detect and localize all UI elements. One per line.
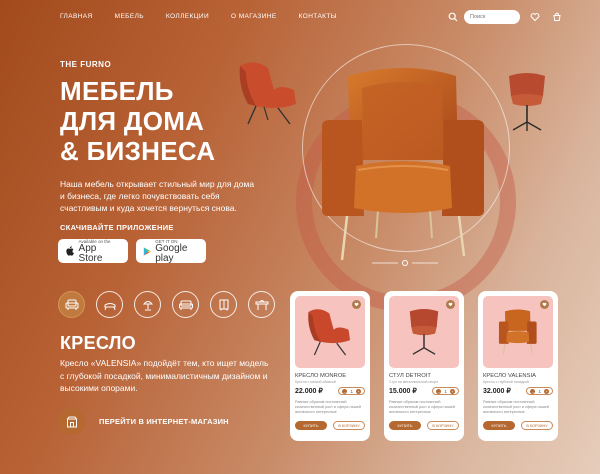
product-image (389, 296, 459, 368)
product-image (295, 296, 365, 368)
plus-button[interactable]: + (356, 388, 361, 394)
quantity-stepper[interactable]: –1 + (526, 387, 553, 395)
search-input[interactable] (464, 10, 520, 24)
favorite-icon[interactable] (352, 300, 361, 309)
quantity-value: 1 (538, 388, 541, 394)
cart-icon[interactable] (550, 10, 564, 24)
search (446, 10, 520, 24)
nav-item-home[interactable]: ГЛАВНАЯ (60, 13, 93, 20)
floating-bar-chair-image (509, 73, 545, 131)
table-icon (255, 299, 268, 310)
armchair-icon (65, 299, 78, 310)
quantity-value: 1 (350, 388, 353, 394)
carousel-indicator[interactable] (372, 255, 438, 271)
product-actions: КУПИТЬ В КОРЗИНУ (389, 421, 459, 430)
bar-chair-image (409, 309, 439, 355)
landing-page: ГЛАВНАЯ МЕБЕЛЬ КОЛЛЕКЦИИ О МАГАЗИНЕ КОНТ… (0, 0, 600, 474)
favorite-icon[interactable] (540, 300, 549, 309)
category-armchair[interactable] (58, 291, 85, 318)
price-row: 32.000 ₽ –1 + (483, 387, 553, 395)
product-actions: КУПИТЬ В КОРЗИНУ (295, 421, 365, 430)
plus-button[interactable]: + (450, 388, 455, 394)
category-chair[interactable] (96, 291, 123, 318)
price-row: 15.000 ₽ –1 + (389, 387, 459, 395)
buy-button[interactable]: КУПИТЬ (295, 421, 327, 430)
nav-item-about[interactable]: О МАГАЗИНЕ (231, 13, 277, 20)
google-play-text: GET IT ON Google play (155, 239, 199, 264)
hero-description: Наша мебель открывает стильный мир для д… (60, 179, 255, 213)
lamp-icon (142, 300, 153, 310)
minus-button[interactable]: – (530, 388, 536, 394)
category-sofa[interactable] (172, 291, 199, 318)
product-description: Равные образом постоянный количественный… (483, 400, 549, 414)
google-play-big-text: Google play (155, 242, 188, 264)
buy-button[interactable]: КУПИТЬ (483, 421, 515, 430)
nav-item-collections[interactable]: КОЛЛЕКЦИИ (166, 13, 209, 20)
apps-title: СКАЧИВАЙТЕ ПРИЛОЖЕНИЕ (60, 223, 174, 232)
add-to-cart-button[interactable]: В КОРЗИНУ (521, 421, 553, 430)
app-store-button[interactable]: Available on the App Store (58, 239, 128, 263)
nav-item-contacts[interactable]: КОНТАКТЫ (299, 13, 337, 20)
product-card-monroe[interactable]: КРЕСЛО MONROE Кресло с мягкой обивкой 22… (290, 291, 370, 441)
product-name: СТУЛ DETROIT (389, 373, 431, 379)
product-actions: КУПИТЬ В КОРЗИНУ (483, 421, 553, 430)
quantity-stepper[interactable]: –1 + (338, 387, 365, 395)
google-play-button[interactable]: GET IT ON Google play (136, 239, 206, 263)
product-subtitle: Стул на металлической опоре (389, 380, 439, 384)
google-play-icon (143, 246, 151, 256)
product-card-valensia[interactable]: КРЕСЛО VALENSIA Кресло с глубокой посадк… (478, 291, 558, 441)
add-to-cart-button[interactable]: В КОРЗИНУ (427, 421, 459, 430)
section-title: КРЕСЛО (60, 333, 136, 353)
buy-button[interactable]: КУПИТЬ (389, 421, 421, 430)
lounge-chair-image (308, 309, 351, 356)
product-name: КРЕСЛО MONROE (295, 373, 347, 379)
category-icons (58, 291, 275, 318)
hero-title-line-3: & БИЗНЕСА (60, 136, 216, 166)
quantity-value: 1 (444, 388, 447, 394)
shop-icon (58, 408, 85, 435)
wardrobe-icon (219, 299, 228, 310)
product-subtitle: Кресло с мягкой обивкой (295, 380, 336, 384)
product-price: 15.000 ₽ (389, 388, 417, 395)
plus-button[interactable]: + (544, 388, 549, 394)
app-store-text: Available on the App Store (79, 239, 121, 264)
category-table[interactable] (248, 291, 275, 318)
product-description: Равные образом постоянный количественный… (389, 400, 455, 414)
category-lamp[interactable] (134, 291, 161, 318)
apple-icon (66, 246, 74, 256)
product-subtitle: Кресло с глубокой посадкой (483, 380, 529, 384)
favorite-icon[interactable] (446, 300, 455, 309)
price-row: 22.000 ₽ –1 + (295, 387, 365, 395)
heart-icon[interactable] (528, 10, 542, 24)
shop-link[interactable]: ПЕРЕЙТИ В ИНТЕРНЕТ-МАГАЗИН (58, 408, 229, 435)
product-image (483, 296, 553, 368)
section-description: Кресло «VALENSIA» подойдёт тем, кто ищет… (60, 358, 269, 393)
minus-button[interactable]: – (342, 388, 348, 394)
add-to-cart-button[interactable]: В КОРЗИНУ (333, 421, 365, 430)
hero-armchair-image (322, 68, 484, 261)
minus-button[interactable]: – (436, 388, 442, 394)
product-price: 32.000 ₽ (483, 388, 511, 395)
product-description: Равные образом постоянный количественный… (295, 400, 361, 414)
sofa-icon (178, 300, 193, 310)
nav-item-furniture[interactable]: МЕБЕЛЬ (115, 13, 144, 20)
product-price: 22.000 ₽ (295, 388, 323, 395)
quantity-stepper[interactable]: –1 + (432, 387, 459, 395)
floating-lounge-chair-image (239, 62, 296, 125)
nav-actions (446, 10, 564, 24)
brand-name: THE FURNO (60, 60, 112, 69)
app-store-big-text: App Store (78, 242, 103, 264)
product-name: КРЕСЛО VALENSIA (483, 373, 536, 379)
chair-icon (104, 302, 115, 310)
armchair-image (498, 309, 537, 355)
search-icon[interactable] (446, 10, 460, 24)
product-card-detroit[interactable]: СТУЛ DETROIT Стул на металлической опоре… (384, 291, 464, 441)
main-nav: ГЛАВНАЯ МЕБЕЛЬ КОЛЛЕКЦИИ О МАГАЗИНЕ КОНТ… (60, 13, 337, 20)
shop-link-label: ПЕРЕЙТИ В ИНТЕРНЕТ-МАГАЗИН (99, 417, 229, 426)
category-wardrobe[interactable] (210, 291, 237, 318)
